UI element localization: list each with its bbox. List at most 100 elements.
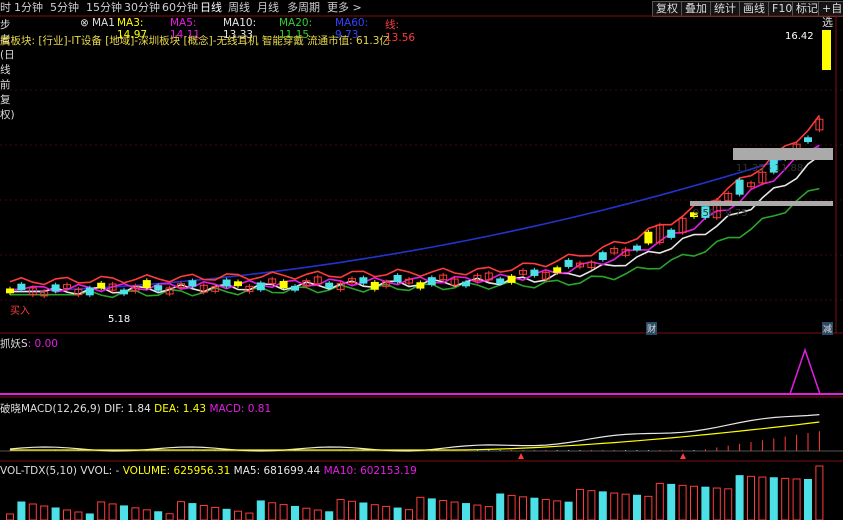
volume-bar [85, 513, 94, 520]
volume-bar [359, 502, 368, 520]
volume-bar [142, 509, 151, 520]
volume-bar [564, 501, 573, 520]
candle [291, 285, 299, 291]
volume-bar [268, 502, 277, 520]
vol-name: VOL-TDX(5,10) [0, 465, 78, 477]
macd-dea-line [10, 421, 820, 451]
zone1-label: 11.35 - 11.88 [736, 163, 804, 174]
volume-bar [747, 475, 755, 520]
volume-bar [313, 509, 322, 520]
volume-bar [496, 493, 505, 520]
buy-signal-label: 买入 [10, 306, 30, 317]
sub1-spike [789, 347, 821, 395]
candle [234, 281, 242, 287]
financial-report-badge[interactable]: 财 [646, 322, 658, 335]
candle [553, 267, 562, 273]
volume-bar [222, 508, 231, 520]
volume-bar [712, 487, 721, 520]
volume-bar [758, 476, 767, 520]
candle [325, 282, 334, 289]
macd-dif-line [9, 414, 820, 452]
candle [51, 284, 60, 292]
volume-bar [701, 486, 710, 520]
volume-bar [256, 500, 265, 520]
volume-bar [678, 484, 687, 520]
volume-bar [154, 511, 163, 520]
macd-value: MACD: 0.81 [209, 403, 272, 415]
volume-bar [427, 498, 436, 520]
volume-bar [416, 496, 425, 520]
volume-bar [450, 501, 459, 520]
candle [427, 277, 436, 286]
volume-bar [735, 475, 744, 520]
macd-name: 破晓MACD(12,26,9) [0, 403, 101, 415]
macd-dea: DEA: 1.43 [154, 403, 207, 415]
volume-bar [302, 507, 311, 520]
candle [507, 275, 516, 283]
volume-bar [234, 510, 242, 520]
volume-bar [17, 501, 26, 520]
ma60-line [9, 146, 820, 293]
volume-bar [530, 497, 539, 520]
volume-bar [165, 513, 174, 520]
volume-bar [108, 503, 117, 520]
volume-bar [781, 477, 790, 520]
volume-bar [6, 513, 14, 520]
volume-bar [610, 492, 619, 520]
volume-bar [792, 478, 801, 520]
macd-header: 破晓MACD(12,26,9) DIF: 1.84 DEA: 1.43 MACD… [0, 401, 271, 416]
candle [17, 283, 26, 291]
volume-header: VOL-TDX(5,10) VVOL: - VOLUME: 625956.31 … [0, 465, 417, 477]
vol-volume: VOLUME: 625956.31 [122, 465, 231, 477]
candle [804, 137, 812, 143]
volume-bar [97, 501, 106, 520]
macd-up-arrow [680, 453, 686, 459]
volume-bar [393, 507, 402, 520]
volume-bar [462, 503, 470, 520]
volume-bar [621, 493, 630, 520]
volume-bar [245, 512, 254, 520]
candle [416, 282, 425, 289]
candle [120, 289, 128, 295]
volume-bar [279, 504, 288, 520]
candle [142, 280, 151, 288]
candle [97, 282, 106, 289]
low-price-label: 5.18 [108, 314, 131, 325]
volume-bar [724, 488, 733, 520]
macd-up-arrow [518, 453, 524, 459]
volume-bar [120, 505, 128, 520]
kline-chart[interactable] [0, 0, 843, 520]
volume-bar [291, 505, 299, 520]
reduction-badge[interactable]: 减 [822, 322, 834, 335]
volume-bar [63, 509, 71, 520]
candle [496, 278, 505, 284]
volume-bar [598, 491, 607, 520]
volume-bar [348, 500, 356, 520]
candle [564, 259, 573, 267]
candle [6, 288, 14, 294]
candle [370, 281, 379, 290]
candle [188, 280, 197, 287]
candle [279, 281, 288, 289]
zone2-label: 9.58 - 9.75 [693, 208, 748, 219]
volume-bar [576, 488, 584, 520]
volume-bar [473, 504, 482, 520]
vol-ma10: MA10: 602153.19 [323, 465, 417, 477]
sub1-header: 抓妖S: 0.00 [0, 336, 58, 351]
volume-bar [336, 499, 345, 520]
candle [530, 269, 539, 276]
vol-vvol: VVOL: - [80, 465, 120, 477]
volume-bar [553, 500, 562, 520]
volume-bar [439, 499, 448, 520]
candle [222, 279, 231, 287]
candle [633, 245, 641, 251]
volume-bar [131, 507, 140, 520]
volume-bar [769, 477, 778, 520]
high-price-label: 16.42 [785, 31, 814, 42]
last-candle [822, 30, 831, 70]
candle [393, 274, 402, 283]
volume-bar [667, 483, 676, 520]
volume-bar [28, 503, 37, 520]
volume-bar [405, 509, 413, 520]
zone1-band [733, 148, 833, 160]
